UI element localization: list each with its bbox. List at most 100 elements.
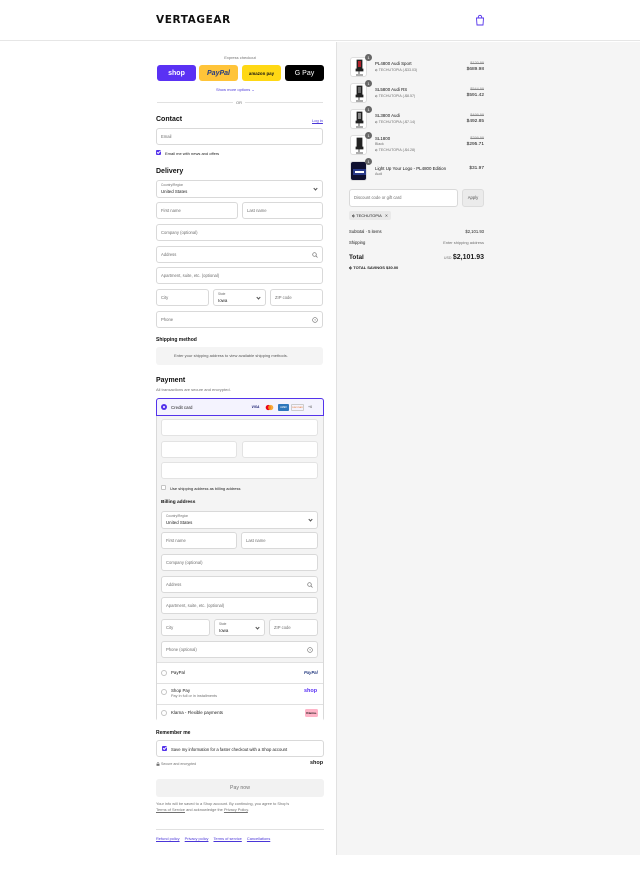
apply-label: Apply <box>467 195 479 200</box>
shop-pay-logo: shop <box>304 688 318 694</box>
address-field[interactable]: Address <box>156 246 323 263</box>
item-name: PL4800 Audi Sport <box>375 61 412 66</box>
chevron-down-icon <box>256 295 261 300</box>
item-discount: ⬖ TECHUTOPIA (-$8.57) <box>375 94 416 98</box>
discover-icon: DISCOVER <box>291 404 304 411</box>
show-more-options-link[interactable]: Show more options ⌄ <box>216 87 255 92</box>
applied-code: TECHUTOPIA <box>356 213 382 218</box>
paypal-button[interactable]: PayPal <box>199 65 238 81</box>
security-code-field[interactable] <box>242 441 318 458</box>
phone-field[interactable]: Phone ? <box>156 311 323 328</box>
expiry-field[interactable] <box>161 441 237 458</box>
billing-address-field[interactable]: Address <box>161 576 318 593</box>
terms-of-service-link[interactable]: Terms of Service <box>156 807 185 812</box>
state-label: State <box>218 292 226 296</box>
svg-text:?: ? <box>314 318 316 322</box>
shop-pay-button[interactable]: shop <box>157 65 196 81</box>
billing-city-field[interactable]: City <box>161 619 210 636</box>
country-select[interactable]: Country/Region United States <box>156 180 323 198</box>
billing-state-select[interactable]: State Iowa <box>214 619 265 636</box>
help-icon[interactable]: ? <box>312 317 318 323</box>
billing-country-select[interactable]: Country/Region United States <box>161 511 318 529</box>
shop-pay-radio[interactable] <box>161 689 167 695</box>
terms-of-service-footer-link[interactable]: Terms of service <box>213 836 241 841</box>
apartment-field[interactable]: Apartment, suite, etc. (optional) <box>156 267 323 284</box>
company-field[interactable]: Company (optional) <box>156 224 323 241</box>
shopping-bag-icon[interactable] <box>475 14 485 26</box>
pay-now-button[interactable]: Pay now <box>156 779 324 797</box>
cancellations-link[interactable]: Cancellations <box>247 836 270 841</box>
item-name: Light Up Your Logo - PL4800 Edition <box>375 166 447 171</box>
total-savings-label: TOTAL SAVINGS <box>353 265 385 270</box>
billing-first-name-field[interactable]: First name <box>161 532 237 549</box>
billing-zip-placeholder: ZIP code <box>274 625 291 630</box>
email-placeholder: Email <box>161 134 172 139</box>
paypal-option-label: PayPal <box>171 670 185 675</box>
brand-logo[interactable]: VERTAGEAR <box>156 14 231 26</box>
refund-policy-link[interactable]: Refund policy <box>156 836 180 841</box>
billing-country-label: Country/Region <box>166 514 189 518</box>
save-info-checkbox[interactable] <box>162 746 167 751</box>
footer-divider <box>156 829 324 830</box>
paypal-radio[interactable] <box>161 670 167 676</box>
lock-icon <box>156 762 160 766</box>
shop-pay-option[interactable]: Shop Pay Pay in full or in installments … <box>157 683 323 704</box>
applied-code-tag: ⬖ TECHUTOPIA ✕ <box>349 211 392 220</box>
amazon-pay-label: amazon pay <box>248 70 275 76</box>
item-name: SL5800 Audi RS <box>375 87 408 92</box>
klarna-option[interactable]: Klarna - Flexible payments Klarna. <box>157 704 323 721</box>
quantity-badge: 1 <box>365 106 372 113</box>
billing-last-name-field[interactable]: Last name <box>241 532 318 549</box>
apply-button[interactable]: Apply <box>462 189 484 207</box>
item-price: $591.42 <box>466 93 484 98</box>
product-thumbnail <box>350 161 367 181</box>
city-placeholder: City <box>161 295 169 300</box>
billing-apartment-field[interactable]: Apartment, suite, etc. (optional) <box>161 597 318 614</box>
klarna-radio[interactable] <box>161 710 167 716</box>
credit-card-label: Credit card <box>171 405 193 410</box>
credit-card-option[interactable]: Credit card VISA AMEX DISCOVER +6 <box>156 398 324 416</box>
card-number-field[interactable] <box>161 419 318 436</box>
name-on-card-field[interactable] <box>161 462 318 479</box>
amazon-pay-button[interactable]: amazon pay <box>242 65 281 81</box>
google-pay-label: G Pay <box>294 69 315 77</box>
company-placeholder: Company (optional) <box>161 230 198 235</box>
privacy-policy-link[interactable]: Privacy Policy <box>224 807 248 812</box>
privacy-policy-footer-link[interactable]: Privacy policy <box>185 836 209 841</box>
zip-field[interactable]: ZIP code <box>270 289 323 306</box>
radio-selected[interactable] <box>161 404 167 410</box>
billing-city-placeholder: City <box>166 625 174 630</box>
billing-address-title: Billing address <box>161 500 196 505</box>
logo-light-image <box>353 169 366 175</box>
email-field[interactable]: Email <box>156 128 323 145</box>
footer-links: Refund policy Privacy policy Terms of se… <box>156 836 270 841</box>
billing-zip-field[interactable]: ZIP code <box>269 619 318 636</box>
state-select[interactable]: State Iowa <box>213 289 266 306</box>
shop-pay-option-label: Shop Pay <box>171 688 191 693</box>
last-name-placeholder: Last name <box>247 208 267 213</box>
billing-phone-field[interactable]: Phone (optional) ? <box>161 641 318 658</box>
delivery-title: Delivery <box>156 168 184 175</box>
google-pay-button[interactable]: G Pay <box>285 65 324 81</box>
use-shipping-checkbox[interactable] <box>161 485 166 490</box>
show-more-label: Show more options <box>216 87 251 92</box>
city-field[interactable]: City <box>156 289 209 306</box>
remove-code-icon[interactable]: ✕ <box>385 213 388 218</box>
item-price: $492.85 <box>466 119 484 124</box>
legal-period: . <box>247 807 249 812</box>
total-amount: USD $2,101.93 <box>434 254 484 261</box>
total-savings-value: $30.00 <box>386 265 399 270</box>
log-in-link[interactable]: Log in <box>312 118 323 123</box>
shop-logo: shop <box>310 760 324 766</box>
legal-line: Your info will be saved to a Shop accoun… <box>156 801 290 806</box>
billing-phone-placeholder: Phone (optional) <box>166 647 197 652</box>
newsletter-checkbox[interactable] <box>156 150 161 155</box>
paypal-option[interactable]: PayPal PayPal <box>157 662 323 683</box>
klarna-option-label: Klarna - Flexible payments <box>171 710 223 715</box>
pay-now-label: Pay now <box>230 785 250 791</box>
help-icon[interactable]: ? <box>307 647 313 653</box>
discount-code-field[interactable]: Discount code or gift card <box>349 189 458 207</box>
last-name-field[interactable]: Last name <box>242 202 323 219</box>
billing-company-field[interactable]: Company (optional) <box>161 554 318 571</box>
first-name-field[interactable]: First name <box>156 202 238 219</box>
